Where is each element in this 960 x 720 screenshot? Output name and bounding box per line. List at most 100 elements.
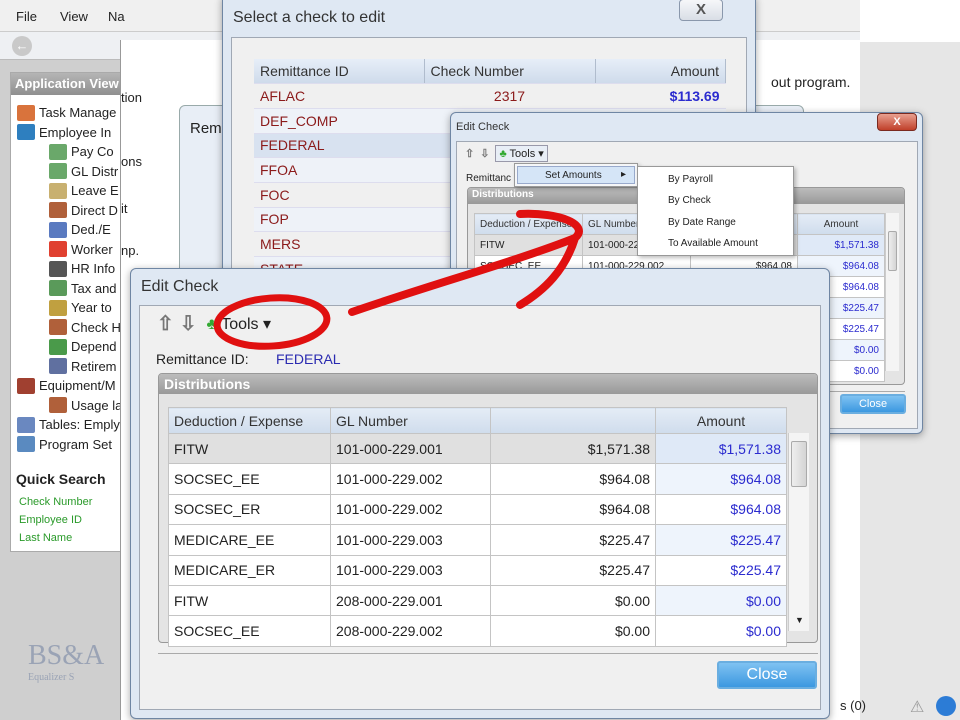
menu-file[interactable]: File [16,9,37,24]
close-button[interactable]: Close [840,394,906,414]
sidebar-item[interactable]: Leave E [49,181,119,200]
set-amounts-submenu: By Payroll By Check By Date Range To Ava… [637,166,794,256]
tree-item-icon [49,299,67,316]
col-original-amount[interactable] [490,407,656,434]
sidebar-item[interactable]: Usage la [49,396,122,415]
distribution-row[interactable]: MEDICARE_EE101-000-229.003$225.47$225.47 [168,524,787,556]
close-button[interactable]: Close [717,661,817,689]
table-row[interactable]: AFLAC 2317 $113.69 [254,83,726,109]
sidebar-item[interactable]: GL Distr [49,162,118,181]
sidebar-item-label: Task Manage [39,105,117,120]
text-fragment: ons [121,154,142,169]
move-up-icon[interactable]: ⇧ [465,147,474,160]
amount-cell[interactable]: $225.47 [655,554,787,586]
distribution-row[interactable]: FITW208-000-229.001$0.00$0.00 [168,584,787,617]
sidebar-item[interactable]: Tax and [49,279,117,298]
distribution-row[interactable]: SOCSEC_EE 101-000-229.002 $964.08 $964.08 [168,463,787,495]
remittance-label: Remittance ID: [156,351,249,367]
cell: SOCSEC_EE [168,463,331,495]
amount-cell[interactable]: $1,571.38 [797,234,885,256]
warning-icon[interactable]: ⚠ [910,697,924,717]
cell: AFLAC [254,83,424,109]
quick-search-last-name[interactable]: Last Name [19,532,72,544]
col-deduction[interactable]: Deduction / Expense [168,407,331,434]
menu-item-by-date-range[interactable]: By Date Range [668,217,736,228]
amount-cell[interactable]: $964.08 [655,493,787,526]
sidebar-item[interactable]: Ded./E [49,220,111,239]
menu-item-set-amounts[interactable]: Set Amounts [545,170,602,181]
dialog-title: Edit Check [456,121,510,133]
cell: $0.00 [490,615,656,647]
sidebar-item[interactable]: Retirem [49,357,117,376]
amount-cell[interactable]: $964.08 [655,463,787,495]
sidebar-item-label: Retirem [71,358,117,374]
sidebar-item[interactable]: Employee In [17,123,111,142]
back-icon[interactable]: ← [12,36,32,56]
quick-search-employee-id[interactable]: Employee ID [19,514,82,526]
tree-item-icon [17,377,35,394]
col-amount[interactable]: Amount [595,59,726,85]
cell: SOCSEC_EE [168,615,331,647]
distribution-row[interactable]: FITW101-000-229.001$1,571.38$1,571.38 [168,432,787,465]
sidebar-item[interactable]: Direct D [49,201,118,220]
cell: FFOA [254,157,424,183]
bsa-logo: BS&A Equalizer S [28,640,105,683]
cell: MEDICARE_ER [168,554,331,586]
close-icon[interactable]: X [877,113,917,131]
sidebar-item[interactable]: Depend [49,337,117,356]
sidebar-item[interactable]: Pay Co [49,142,114,161]
cell: $225.47 [490,554,656,586]
menu-item-by-payroll[interactable]: By Payroll [668,174,713,185]
col-deduction[interactable]: Deduction / Expense [474,213,583,235]
cell: FITW [474,234,583,256]
sidebar-item-label: GL Distr [71,163,119,179]
dialog-title: Select a check to edit [233,9,386,26]
sidebar-item-label: Leave E [71,183,119,198]
dialog-title: Edit Check [141,278,219,295]
tools-button[interactable]: ♣ Tools ▾ [495,145,548,162]
scrollbar[interactable]: ▼ [788,433,809,631]
cell: FOC [254,182,424,208]
amount-cell[interactable]: $0.00 [655,584,787,617]
menu-view[interactable]: View [60,9,88,24]
amount-cell[interactable]: $225.47 [655,524,787,556]
distribution-row[interactable]: MEDICARE_ER101-000-229.003$225.47$225.47 [168,554,787,586]
close-icon[interactable]: X [679,0,723,21]
tree-item-icon [49,338,67,355]
sidebar-item-label: Ded./E [71,222,111,237]
move-down-icon[interactable]: ⇩ [180,311,197,336]
move-up-icon[interactable]: ⇧ [157,311,174,336]
col-check-number[interactable]: Check Number [424,59,596,85]
sidebar-item[interactable]: Year to [49,298,112,317]
tree-item-icon [49,143,67,160]
menu-item-to-available-amount[interactable]: To Available Amount [668,238,758,249]
distribution-row[interactable]: SOCSEC_EE208-000-229.002$0.00$0.00 [168,615,787,647]
sidebar-item[interactable]: Task Manage [17,103,116,122]
sidebar-item[interactable]: Equipment/M [17,376,116,395]
move-down-icon[interactable]: ⇩ [480,147,489,160]
sidebar-item-label: Employee In [39,124,112,140]
sidebar-item[interactable]: Tables: Emply [17,415,120,434]
sidebar-item[interactable]: HR Info [49,259,115,278]
col-remittance-id[interactable]: Remittance ID [254,59,425,85]
menu-item-by-check[interactable]: By Check [668,195,711,206]
menu-navigate[interactable]: Na [108,9,125,24]
sidebar-item[interactable]: Program Set [17,435,112,454]
col-amount[interactable]: Amount [797,213,885,235]
tools-button[interactable]: ♣ Tools ▾ [203,312,276,336]
quick-search-check-number[interactable]: Check Number [19,496,92,508]
col-gl-number[interactable]: GL Number [330,407,491,434]
tree-item-icon [17,104,35,121]
sidebar-item[interactable]: Worker [49,240,113,259]
distribution-row[interactable]: SOCSEC_ER101-000-229.002$964.08$964.08 [168,493,787,526]
cell: $0.00 [490,584,656,617]
amount-cell[interactable]: $0.00 [655,615,787,647]
sidebar-item-label: Worker [71,241,113,257]
cell: SOCSEC_ER [168,493,331,526]
sidebar-item-label: Year to [71,300,112,315]
amount-cell[interactable]: $1,571.38 [655,432,787,465]
col-amount[interactable]: Amount [655,407,787,434]
globe-icon[interactable] [936,696,956,716]
scrollbar[interactable] [885,213,899,371]
sidebar-item[interactable]: Check H [49,318,121,337]
